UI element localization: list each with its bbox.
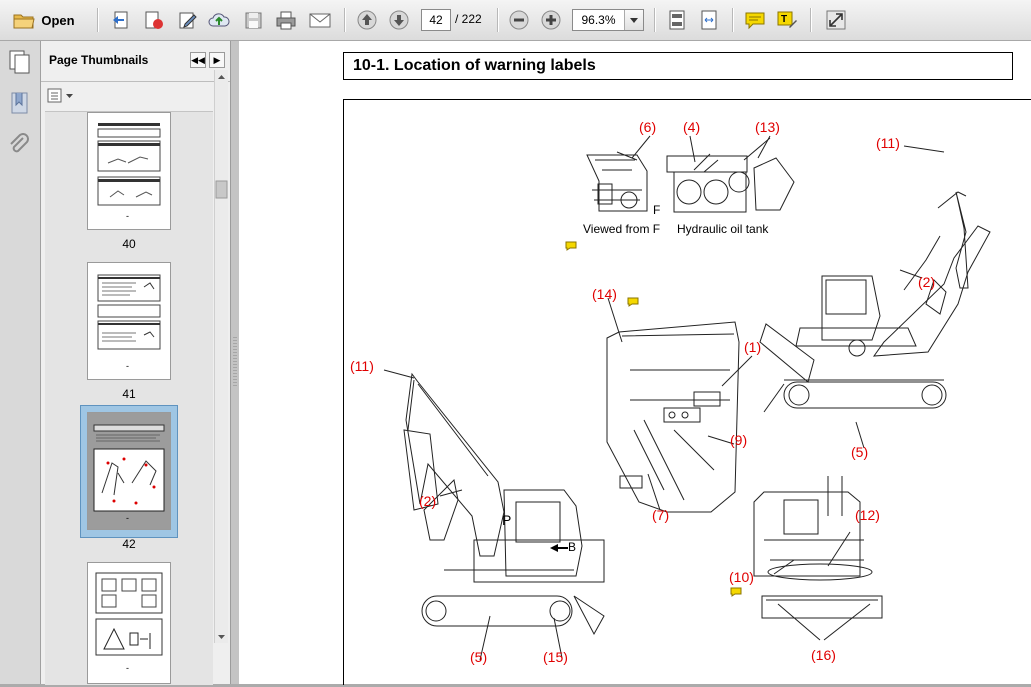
label-11-left: (11) xyxy=(350,358,374,374)
warning-labels-figure: Viewed from F Hydraulic oil tank F P B (… xyxy=(343,99,1031,685)
page-total: / 222 xyxy=(455,12,482,26)
bookmarks-tab[interactable] xyxy=(10,91,30,120)
folder-icon xyxy=(13,14,35,29)
marker-b: B xyxy=(568,540,577,554)
navigation-rail xyxy=(0,41,41,684)
label-15: (15) xyxy=(543,649,568,665)
minus-icon xyxy=(509,10,529,30)
thumbnail-label-42: 42 xyxy=(122,537,136,551)
open-label: Open xyxy=(41,12,75,28)
expand-icon xyxy=(826,10,846,30)
marker-f: F xyxy=(653,203,661,217)
fit-page-button[interactable] xyxy=(664,7,690,33)
print-button[interactable] xyxy=(272,7,300,33)
email-button[interactable] xyxy=(306,7,334,33)
label-11-top: (11) xyxy=(876,135,900,151)
highlight-text-button[interactable]: T xyxy=(774,7,800,33)
page-thumbnails-panel: Page Thumbnails ◀◀ ▶ - 40 - 41 - 42 - xyxy=(41,41,230,685)
label-10: (10) xyxy=(729,569,754,585)
fit-width-icon xyxy=(701,10,717,30)
highlight-icon: T xyxy=(777,11,797,28)
save-button[interactable] xyxy=(240,7,266,33)
edit-button[interactable] xyxy=(174,7,200,33)
pdf-tools-button[interactable] xyxy=(140,7,166,33)
printer-icon xyxy=(276,11,296,30)
thumbnail-scrollbar[interactable] xyxy=(214,70,228,643)
thumbnail-dash: - xyxy=(126,361,129,371)
label-2-right: (2) xyxy=(918,274,936,290)
panel-header: Page Thumbnails ◀◀ ▶ xyxy=(41,41,230,82)
panel-title: Page Thumbnails xyxy=(49,53,149,67)
page-number-input[interactable]: 42 xyxy=(421,9,451,31)
full-screen-button[interactable] xyxy=(822,7,850,33)
create-document-icon xyxy=(113,11,128,29)
cloud-upload-icon xyxy=(208,13,230,27)
options-menu-button[interactable] xyxy=(47,88,77,107)
envelope-icon xyxy=(309,13,331,28)
next-page-button[interactable] xyxy=(386,7,412,33)
marker-p: P xyxy=(502,512,512,528)
sticky-note-icon xyxy=(745,12,765,30)
open-button[interactable]: Open xyxy=(8,7,80,33)
document-page: 10-1. Location of warning labels Viewed … xyxy=(239,41,1031,685)
label-5-right: (5) xyxy=(851,444,869,460)
fit-width-button[interactable] xyxy=(696,7,722,33)
label-14: (14) xyxy=(592,286,617,302)
comment-note-icon[interactable] xyxy=(565,240,577,254)
page-thumbnails-tab[interactable] xyxy=(8,49,32,78)
zoom-out-button[interactable] xyxy=(506,7,532,33)
thumbnail-page-41[interactable]: - xyxy=(87,262,171,380)
thumbnail-dash: - xyxy=(126,663,129,673)
edit-document-icon xyxy=(179,12,197,29)
paperclip-icon xyxy=(10,133,29,153)
create-pdf-button[interactable] xyxy=(108,7,134,33)
label-7: (7) xyxy=(652,507,670,523)
bookmark-icon xyxy=(11,92,28,114)
caption-viewed-from-f: Viewed from F xyxy=(583,222,661,236)
label-6: (6) xyxy=(639,119,657,135)
arrow-down-icon xyxy=(389,10,409,30)
attachments-tab[interactable] xyxy=(8,133,30,162)
thumbnail-label-41: 41 xyxy=(122,387,136,401)
toolbar: Open 42 / 222 96.3% T xyxy=(0,0,1031,41)
section-heading: 10-1. Location of warning labels xyxy=(353,57,596,74)
zoom-value: 96.3% xyxy=(581,13,616,27)
label-5-bottom: (5) xyxy=(470,649,488,665)
label-16: (16) xyxy=(811,647,836,663)
zoom-select[interactable]: 96.3% xyxy=(572,9,644,31)
comment-note-icon[interactable] xyxy=(627,296,639,310)
comment-button[interactable] xyxy=(742,7,768,33)
thumbnail-page-40[interactable]: - xyxy=(87,112,171,230)
thumbnail-label-40: 40 xyxy=(122,237,136,251)
chevron-down-icon[interactable] xyxy=(624,10,643,30)
caption-hydraulic-oil-tank: Hydraulic oil tank xyxy=(677,222,769,236)
section-heading-box: 10-1. Location of warning labels xyxy=(343,52,1013,80)
previous-page-button[interactable] xyxy=(354,7,380,33)
options-icon xyxy=(47,88,73,103)
collapse-panel-button[interactable]: ◀◀ xyxy=(190,52,206,68)
thumbnail-list[interactable]: - 40 - 41 - 42 - xyxy=(45,111,213,685)
label-13: (13) xyxy=(755,119,780,135)
pages-icon xyxy=(9,50,30,74)
save-icon xyxy=(245,12,262,29)
plus-icon xyxy=(541,10,561,30)
label-4: (4) xyxy=(683,119,701,135)
zoom-in-button[interactable] xyxy=(538,7,564,33)
close-panel-button[interactable]: ▶ xyxy=(209,52,225,68)
thumbnail-page-43[interactable]: - xyxy=(87,562,171,684)
svg-text:T: T xyxy=(781,14,787,25)
fit-page-icon xyxy=(669,10,685,30)
comment-note-icon[interactable] xyxy=(730,586,742,600)
pdf-icon xyxy=(145,11,163,29)
thumbnail-dash: - xyxy=(126,211,129,221)
thumbnail-dash: - xyxy=(126,513,129,523)
label-2-left: (2) xyxy=(419,493,437,509)
label-12: (12) xyxy=(855,507,880,523)
excavator-diagram xyxy=(383,135,991,661)
thumbnail-page-42[interactable]: - xyxy=(87,412,171,530)
label-1: (1) xyxy=(744,339,762,355)
arrow-up-icon xyxy=(357,10,377,30)
label-9: (9) xyxy=(730,432,748,448)
upload-button[interactable] xyxy=(206,7,232,33)
